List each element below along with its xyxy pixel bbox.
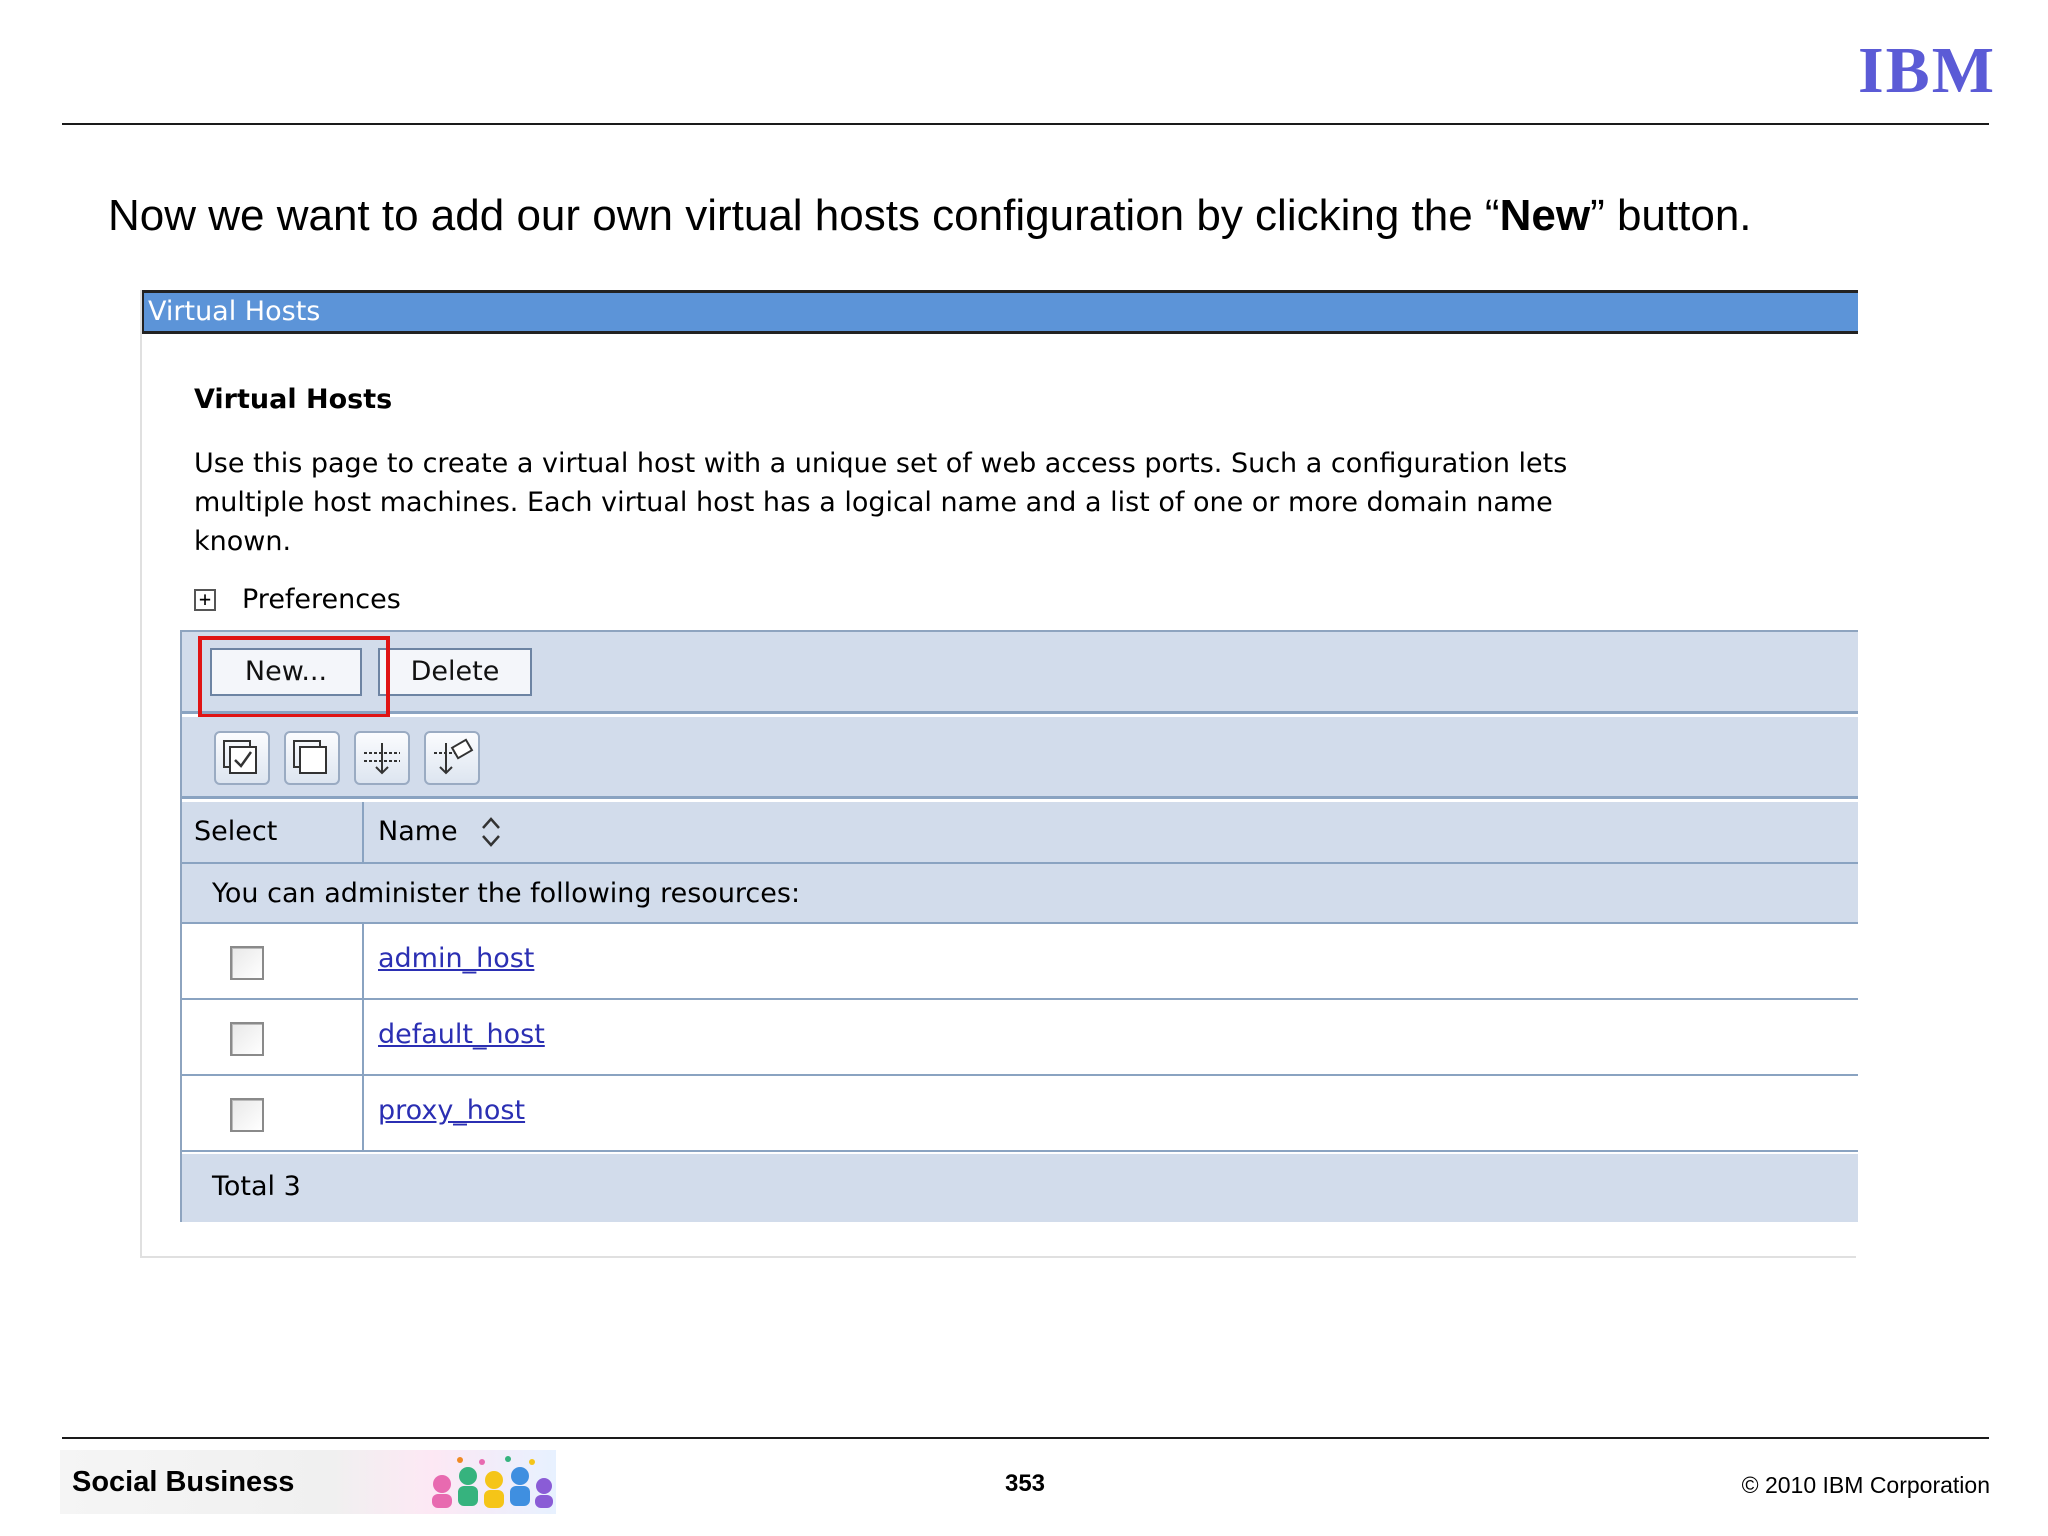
preferences-toggle[interactable]: + Preferences	[194, 584, 401, 615]
page-number: 353	[1004, 1470, 1046, 1497]
select-cell	[182, 1076, 364, 1150]
row-checkbox[interactable]	[230, 946, 264, 980]
button-bar: New... Delete	[182, 632, 1858, 714]
table-row: admin_host	[182, 924, 1858, 1000]
host-link[interactable]: default_host	[378, 1000, 545, 1070]
description: Use this page to create a virtual host w…	[194, 444, 1854, 561]
table-row: proxy_host	[182, 1076, 1858, 1152]
people-illustration-icon	[432, 1456, 553, 1508]
clear-filter-icon[interactable]	[424, 731, 480, 785]
headline-post: ” button.	[1590, 191, 1752, 240]
footer-brand-label: Social Business	[72, 1466, 295, 1498]
sort-icon[interactable]	[478, 812, 504, 852]
copyright: © 2010 IBM Corporation	[1741, 1472, 1990, 1498]
headline-pre: Now we want to add our own virtual hosts…	[108, 191, 1500, 240]
column-header-name[interactable]: Name	[378, 802, 504, 862]
top-divider	[62, 123, 1989, 125]
column-header-name-label: Name	[378, 816, 458, 847]
show-filter-icon[interactable]	[354, 731, 410, 785]
row-checkbox[interactable]	[230, 1098, 264, 1132]
virtual-hosts-screenshot: Virtual Hosts Virtual Hosts Use this pag…	[140, 290, 1858, 1258]
expand-plus-icon[interactable]: +	[194, 588, 216, 611]
virtual-hosts-table: New... Delete Select Name You can admini…	[180, 630, 1858, 1222]
description-line: Use this page to create a virtual host w…	[194, 448, 1568, 479]
deselect-all-icon[interactable]	[284, 731, 340, 785]
select-all-icon[interactable]	[214, 731, 270, 785]
column-header-select: Select	[182, 802, 364, 862]
preferences-label: Preferences	[242, 584, 401, 615]
table-header: Select Name	[182, 802, 1858, 864]
social-business-banner: Social Business	[60, 1450, 556, 1514]
delete-button[interactable]: Delete	[378, 648, 532, 696]
bottom-divider	[62, 1437, 1989, 1439]
select-cell	[182, 1000, 364, 1074]
resources-message: You can administer the following resourc…	[182, 864, 1858, 924]
new-button-highlight	[198, 636, 390, 718]
host-link[interactable]: admin_host	[378, 924, 534, 994]
ibm-logo: IBM	[1858, 34, 1996, 107]
panel-title-bar: Virtual Hosts	[142, 290, 1858, 334]
table-row: default_host	[182, 1000, 1858, 1076]
select-cell	[182, 924, 364, 998]
host-link[interactable]: proxy_host	[378, 1076, 525, 1146]
section-title: Virtual Hosts	[194, 384, 393, 415]
table-toolbar	[182, 717, 1858, 799]
row-checkbox[interactable]	[230, 1022, 264, 1056]
table-total: Total 3	[182, 1154, 1858, 1222]
headline-bold: New	[1499, 191, 1591, 240]
slide-headline: Now we want to add our own virtual hosts…	[108, 188, 1988, 244]
description-line: known.	[194, 526, 292, 557]
description-line: multiple host machines. Each virtual hos…	[194, 487, 1553, 518]
